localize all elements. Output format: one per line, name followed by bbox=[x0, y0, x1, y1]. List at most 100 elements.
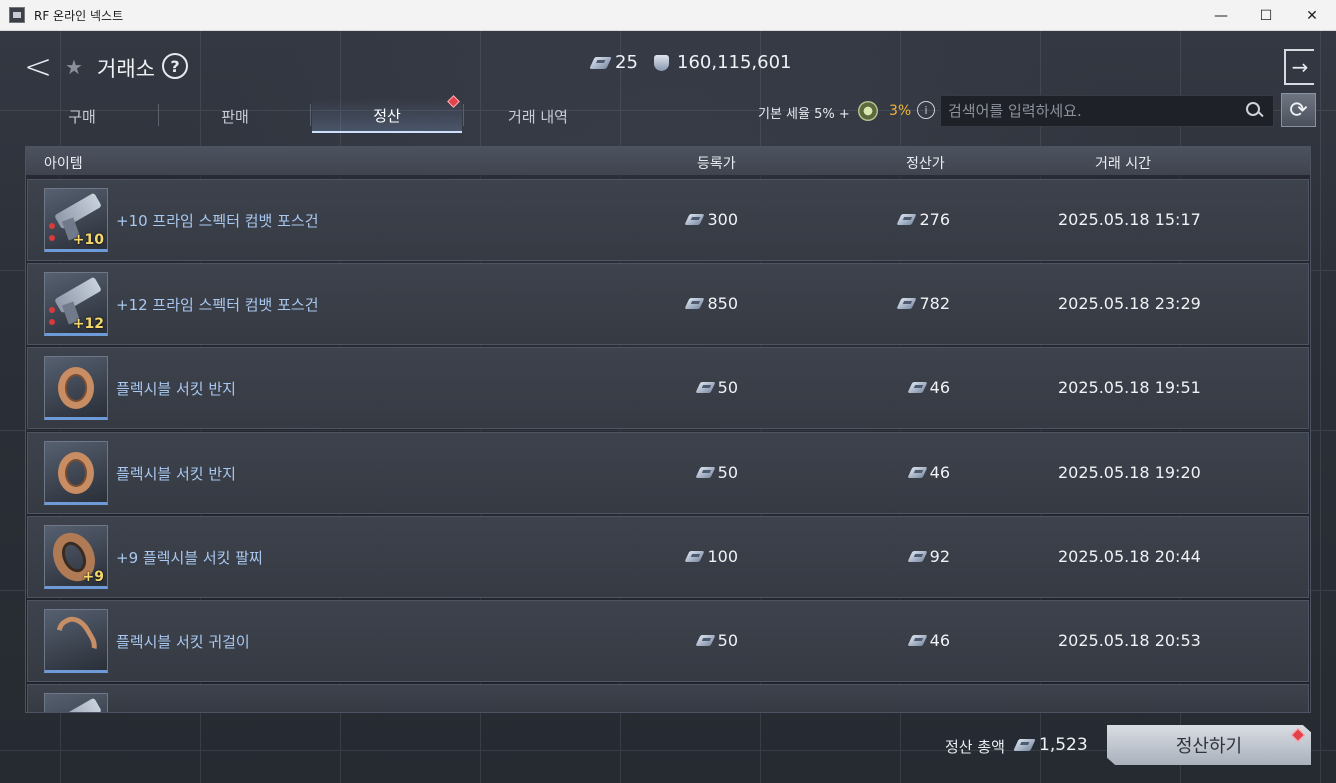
item-name: +10 프라임 스펙터 컴뱃 포스건 bbox=[116, 212, 319, 230]
settlement-price: 276 bbox=[896, 210, 950, 229]
gun-icon bbox=[54, 192, 102, 230]
ring-icon bbox=[58, 367, 94, 409]
gem-icon bbox=[684, 214, 706, 225]
settlement-price: 92 bbox=[907, 547, 950, 566]
socket-dot bbox=[49, 223, 55, 229]
tab-settlement[interactable]: 정산 bbox=[312, 99, 462, 133]
item-thumbnail: +12 bbox=[44, 272, 108, 336]
registered-price: 850 bbox=[684, 294, 738, 313]
item-name: 플렉시블 서킷 반지 bbox=[116, 380, 236, 398]
enhance-level: +9 bbox=[82, 569, 104, 585]
gem-icon bbox=[907, 467, 928, 478]
tax-bonus-icon bbox=[858, 101, 878, 121]
enhance-level: +12 bbox=[72, 316, 104, 332]
table-row[interactable]: 플렉시블 서킷 반지 50 46 2025.05.18 19:20 bbox=[27, 432, 1309, 514]
settlement-price-value: 782 bbox=[919, 294, 950, 313]
tab-sell[interactable]: 판매 bbox=[160, 99, 310, 133]
ring-icon bbox=[58, 452, 94, 494]
app-icon bbox=[9, 7, 25, 23]
gun-icon bbox=[54, 276, 102, 314]
table-row[interactable]: +12 +12 프라임 스펙터 컴뱃 포스건 850 782 2025.05.1… bbox=[27, 263, 1309, 345]
registered-price: 100 bbox=[684, 547, 738, 566]
table-row[interactable]: +9 +9 플렉시블 서킷 팔찌 100 92 2025.05.18 20:44 bbox=[27, 516, 1309, 598]
close-button[interactable]: ✕ bbox=[1289, 0, 1335, 31]
gem-icon bbox=[907, 551, 928, 562]
coin-balance: 160,115,601 bbox=[654, 52, 792, 73]
table-row[interactable]: 플렉시블 서킷 반지 50 46 2025.05.18 19:51 bbox=[27, 347, 1309, 429]
settlement-table: 아이템 등록가 정산가 거래 시간 +10 +10 프라임 스펙터 컴뱃 포스건… bbox=[25, 146, 1311, 713]
registered-price-value: 50 bbox=[717, 378, 738, 397]
enhance-level: +10 bbox=[72, 232, 104, 248]
tab-history[interactable]: 거래 내역 bbox=[463, 99, 613, 133]
settlement-price-value: 46 bbox=[929, 463, 950, 482]
registered-price-value: 50 bbox=[717, 463, 738, 482]
registered-price: 50 bbox=[695, 378, 738, 397]
registered-price-value: 300 bbox=[707, 210, 738, 229]
item-name: 플렉시블 서킷 귀걸이 bbox=[116, 633, 250, 651]
trade-time: 2025.05.18 20:53 bbox=[1058, 631, 1201, 650]
gem-icon bbox=[896, 214, 918, 225]
settlement-price-value: 46 bbox=[929, 378, 950, 397]
registered-price: 50 bbox=[695, 631, 738, 650]
coin-amount: 160,115,601 bbox=[677, 52, 792, 73]
back-button[interactable]: < bbox=[22, 47, 54, 87]
header-trade-time: 거래 시간 bbox=[1095, 156, 1151, 172]
earring-icon bbox=[49, 610, 103, 668]
item-name: 플렉시블 서킷 반지 bbox=[116, 465, 236, 483]
item-thumbnail bbox=[44, 441, 108, 505]
settle-button[interactable]: 정산하기 bbox=[1107, 725, 1311, 765]
total-label: 정산 총액 bbox=[945, 738, 1005, 756]
item-thumbnail bbox=[44, 693, 108, 712]
star-icon[interactable]: ★ bbox=[65, 55, 83, 79]
settlement-price: 46 bbox=[907, 463, 950, 482]
table-header: 아이템 등록가 정산가 거래 시간 bbox=[26, 147, 1310, 175]
search-icon[interactable] bbox=[1241, 98, 1267, 124]
gem-amount: 25 bbox=[615, 52, 638, 73]
table-row[interactable]: +10 +10 프라임 스펙터 컴뱃 포스건 300 276 2025.05.1… bbox=[27, 179, 1309, 261]
item-thumbnail: +9 bbox=[44, 525, 108, 589]
minimize-button[interactable]: — bbox=[1198, 0, 1244, 31]
tax-value: 3% bbox=[889, 103, 912, 119]
settlement-price: 782 bbox=[896, 294, 950, 313]
gem-icon bbox=[684, 551, 706, 562]
tab-buy[interactable]: 구매 bbox=[7, 99, 157, 133]
window-titlebar: RF 온라인 넥스트 — ☐ ✕ bbox=[0, 0, 1336, 31]
registered-price-value: 100 bbox=[707, 547, 738, 566]
trade-time: 2025.05.18 19:51 bbox=[1058, 378, 1201, 397]
gem-icon bbox=[695, 467, 716, 478]
item-thumbnail bbox=[44, 609, 108, 673]
socket-dot bbox=[49, 235, 55, 241]
gem-icon bbox=[684, 298, 706, 309]
search-box bbox=[940, 95, 1274, 127]
refresh-button[interactable]: ⟳ bbox=[1281, 93, 1316, 127]
socket-dot bbox=[49, 307, 55, 313]
settlement-price-value: 276 bbox=[919, 210, 950, 229]
trade-time: 2025.05.18 15:17 bbox=[1058, 210, 1201, 229]
exit-button[interactable]: → bbox=[1284, 49, 1314, 85]
settlement-price: 46 bbox=[907, 631, 950, 650]
trade-time: 2025.05.18 20:44 bbox=[1058, 547, 1201, 566]
settlement-price-value: 92 bbox=[929, 547, 950, 566]
help-icon[interactable]: ? bbox=[162, 53, 188, 79]
gun-icon bbox=[54, 697, 102, 712]
exchange-screen: < ★ 거래소 ? 25 160,115,601 → 구매 판매 정산 거래 내… bbox=[0, 31, 1336, 783]
gem-icon bbox=[695, 382, 716, 393]
search-input[interactable] bbox=[941, 96, 1241, 126]
settlement-price-value: 46 bbox=[929, 631, 950, 650]
gem-balance: 25 bbox=[589, 52, 638, 73]
item-thumbnail: +10 bbox=[44, 188, 108, 252]
maximize-button[interactable]: ☐ bbox=[1243, 0, 1289, 31]
registered-price: 300 bbox=[684, 210, 738, 229]
gem-icon bbox=[907, 635, 928, 646]
gem-icon bbox=[896, 298, 918, 309]
registered-price-value: 850 bbox=[707, 294, 738, 313]
info-icon[interactable]: i bbox=[917, 101, 935, 119]
tax-label: 기본 세율 5% + bbox=[758, 107, 850, 122]
table-row[interactable]: 플렉시블 서킷 귀걸이 50 46 2025.05.18 20:53 bbox=[27, 600, 1309, 682]
gem-icon bbox=[589, 56, 612, 69]
tab-divider bbox=[158, 104, 159, 126]
gem-icon bbox=[695, 635, 716, 646]
table-row[interactable] bbox=[27, 684, 1309, 712]
coin-icon bbox=[654, 54, 669, 71]
header-registered-price: 등록가 bbox=[697, 156, 736, 172]
